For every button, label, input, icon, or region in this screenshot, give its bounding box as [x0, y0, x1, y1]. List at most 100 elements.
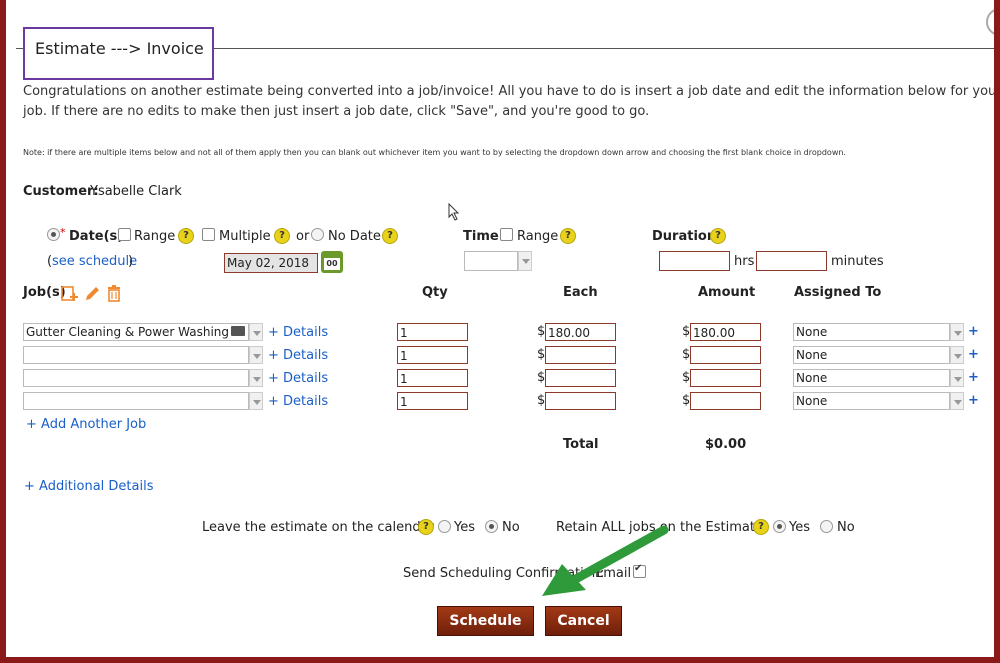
- time-select[interactable]: [464, 251, 518, 271]
- retain-jobs-yes-label: Yes: [789, 520, 810, 535]
- total-value: $0.00: [705, 437, 747, 452]
- total-label: Total: [563, 437, 599, 452]
- required-asterisk: *: [60, 226, 66, 239]
- job-date-input[interactable]: May 02, 2018: [224, 253, 318, 273]
- date-range-checkbox[interactable]: [118, 228, 131, 241]
- assigned-select[interactable]: None: [793, 392, 950, 410]
- add-assignee-button[interactable]: +: [968, 393, 979, 408]
- close-icon[interactable]: [986, 8, 994, 36]
- date-range-label: Range: [134, 229, 176, 244]
- chevron-down-icon[interactable]: [950, 392, 964, 410]
- amount-input[interactable]: [690, 346, 761, 364]
- help-icon[interactable]: ?: [753, 519, 769, 535]
- dates-label: Date(s): [69, 229, 124, 244]
- amount-input[interactable]: 180.00: [690, 323, 761, 341]
- no-date-label: No Date: [328, 229, 381, 244]
- each-input[interactable]: [545, 369, 616, 387]
- add-job-icon[interactable]: [61, 284, 79, 302]
- job-select[interactable]: [23, 346, 249, 364]
- calendar-icon[interactable]: 00: [321, 251, 343, 273]
- duration-hours-input[interactable]: [659, 251, 730, 271]
- qty-input[interactable]: 1: [397, 346, 468, 364]
- add-assignee-button[interactable]: +: [968, 324, 979, 339]
- qty-input[interactable]: 1: [397, 392, 468, 410]
- help-icon[interactable]: ?: [382, 228, 398, 244]
- details-link[interactable]: + Details: [268, 371, 328, 386]
- schedule-button[interactable]: Schedule: [437, 606, 534, 636]
- multiple-checkbox[interactable]: [202, 228, 215, 241]
- panel-title: Estimate ---> Invoice: [35, 39, 204, 58]
- each-input[interactable]: 180.00: [545, 323, 616, 341]
- details-link[interactable]: + Details: [268, 325, 328, 340]
- chevron-down-icon[interactable]: [249, 346, 263, 364]
- retain-jobs-no-radio[interactable]: [820, 520, 833, 533]
- col-each: Each: [563, 285, 598, 300]
- time-range-label: Range: [517, 229, 559, 244]
- job-select-value: Gutter Cleaning & Power Washing: [26, 325, 230, 339]
- job-select[interactable]: Gutter Cleaning & Power Washing: [23, 323, 249, 341]
- chevron-down-icon[interactable]: [950, 369, 964, 387]
- jobs-header-label: Job(s): [23, 285, 66, 300]
- retain-jobs-no-label: No: [837, 520, 855, 535]
- calendar-icon-day: 00: [324, 258, 340, 270]
- chevron-down-icon[interactable]: [950, 346, 964, 364]
- chevron-down-icon[interactable]: [950, 323, 964, 341]
- add-assignee-button[interactable]: +: [968, 347, 979, 362]
- amount-input[interactable]: [690, 392, 761, 410]
- customer-label: Customer:: [23, 184, 99, 199]
- mouse-pointer-icon: [448, 203, 460, 221]
- help-icon[interactable]: ?: [710, 228, 726, 244]
- job-select[interactable]: [23, 392, 249, 410]
- minutes-label: minutes: [831, 254, 884, 269]
- see-schedule-link[interactable]: see schedule: [52, 254, 137, 269]
- amount-input[interactable]: [690, 369, 761, 387]
- intro-line-1: Congratulations on another estimate bein…: [23, 84, 994, 99]
- no-date-radio[interactable]: [311, 228, 324, 241]
- time-range-checkbox[interactable]: [500, 228, 513, 241]
- trash-icon[interactable]: [106, 284, 122, 302]
- or-label: or: [296, 229, 310, 244]
- additional-details-link[interactable]: + Additional Details: [24, 479, 154, 494]
- edit-icon[interactable]: [84, 284, 100, 302]
- leave-estimate-label: Leave the estimate on the calendar: [202, 520, 434, 535]
- help-icon[interactable]: ?: [560, 228, 576, 244]
- help-icon[interactable]: ?: [418, 519, 434, 535]
- details-link[interactable]: + Details: [268, 348, 328, 363]
- qty-input[interactable]: 1: [397, 369, 468, 387]
- duration-label: Duration: [652, 229, 717, 244]
- col-amount: Amount: [698, 285, 756, 300]
- chevron-down-icon[interactable]: [249, 369, 263, 387]
- leave-estimate-yes-label: Yes: [454, 520, 475, 535]
- multiple-label: Multiple: [219, 229, 271, 244]
- estimate-to-invoice-panel: Estimate ---> Invoice Congratulations on…: [6, 0, 994, 657]
- intro-note: Note: if there are multiple items below …: [23, 148, 846, 157]
- assigned-select[interactable]: None: [793, 323, 950, 341]
- col-qty: Qty: [422, 285, 448, 300]
- chevron-down-icon[interactable]: [518, 251, 532, 271]
- help-icon[interactable]: ?: [274, 228, 290, 244]
- assigned-select[interactable]: None: [793, 369, 950, 387]
- qty-input[interactable]: 1: [397, 323, 468, 341]
- annotation-arrow-icon: [542, 525, 669, 596]
- add-another-job-link[interactable]: + Add Another Job: [26, 417, 146, 432]
- date-radio[interactable]: [47, 228, 60, 241]
- help-icon[interactable]: ?: [178, 228, 194, 244]
- add-assignee-button[interactable]: +: [968, 370, 979, 385]
- chevron-down-icon[interactable]: [249, 392, 263, 410]
- each-input[interactable]: [545, 346, 616, 364]
- leave-estimate-no-label: No: [502, 520, 520, 535]
- assigned-select[interactable]: None: [793, 346, 950, 364]
- see-schedule-close: ): [128, 254, 134, 269]
- leave-estimate-no-radio[interactable]: [485, 520, 498, 533]
- col-assigned: Assigned To: [794, 285, 882, 300]
- duration-minutes-input[interactable]: [756, 251, 827, 271]
- job-select[interactable]: [23, 369, 249, 387]
- customer-name: Ysabelle Clark: [90, 184, 182, 199]
- details-link[interactable]: + Details: [268, 394, 328, 409]
- leave-estimate-yes-radio[interactable]: [438, 520, 451, 533]
- retain-jobs-yes-radio[interactable]: [773, 520, 786, 533]
- each-input[interactable]: [545, 392, 616, 410]
- cancel-button[interactable]: Cancel: [545, 606, 622, 636]
- time-label: Time: [463, 229, 499, 244]
- chevron-down-icon[interactable]: [249, 323, 263, 341]
